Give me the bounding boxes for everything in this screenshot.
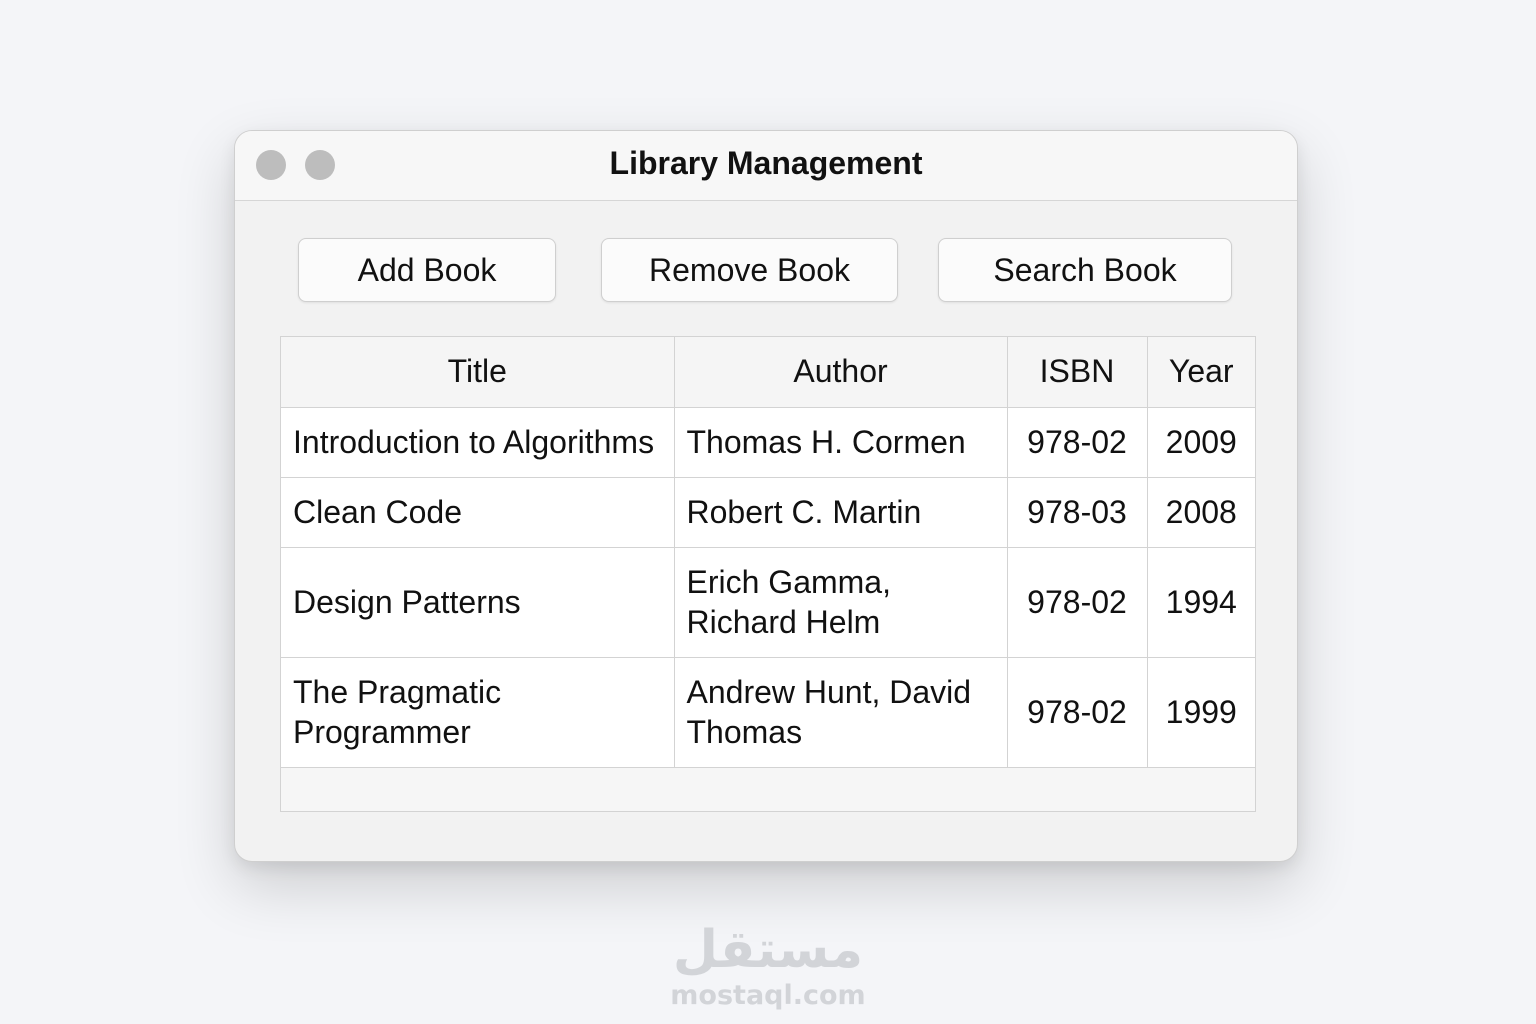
- table-row[interactable]: Clean Code Robert C. Martin 978-03 2008: [281, 477, 1255, 548]
- cell-title: The Pragmatic Programmer: [281, 657, 675, 768]
- cell-year: 2009: [1147, 407, 1255, 478]
- cell-author: Erich Gamma, Richard Helm: [674, 547, 1008, 658]
- column-header-isbn[interactable]: ISBN: [1007, 337, 1148, 408]
- watermark-logo: مستقل: [672, 920, 864, 980]
- column-header-title[interactable]: Title: [281, 337, 675, 408]
- books-table[interactable]: Title Author ISBN Year Introduction to A…: [280, 336, 1256, 812]
- window-title: Library Management: [609, 145, 923, 181]
- cell-author: Thomas H. Cormen: [674, 407, 1008, 478]
- table-row[interactable]: Introduction to Algorithms Thomas H. Cor…: [281, 407, 1255, 478]
- column-header-year[interactable]: Year: [1147, 337, 1255, 408]
- watermark-domain: mostaql.com: [670, 980, 866, 1011]
- add-book-button[interactable]: Add Book: [298, 238, 556, 302]
- watermark: مستقل mostaql.com: [0, 922, 1536, 1011]
- cell-title: Design Patterns: [281, 547, 675, 658]
- table-row[interactable]: The Pragmatic Programmer Andrew Hunt, Da…: [281, 657, 1255, 768]
- cell-year: 2008: [1147, 477, 1255, 548]
- table-row[interactable]: Design Patterns Erich Gamma, Richard Hel…: [281, 547, 1255, 658]
- cell-isbn: 978-02: [1007, 547, 1148, 658]
- cell-year: 1994: [1147, 547, 1255, 658]
- remove-book-button[interactable]: Remove Book: [601, 238, 898, 302]
- column-header-author[interactable]: Author: [674, 337, 1008, 408]
- cell-author: Andrew Hunt, David Thomas: [674, 657, 1008, 768]
- table-header-row: Title Author ISBN Year: [281, 337, 1255, 408]
- cell-isbn: 978-03: [1007, 477, 1148, 548]
- cell-isbn: 978-02: [1007, 407, 1148, 478]
- cell-year: 1999: [1147, 657, 1255, 768]
- app-window: Library Management Add Book Remove Book …: [234, 130, 1298, 862]
- cell-title: Clean Code: [281, 477, 675, 548]
- cell-author: Robert C. Martin: [674, 477, 1008, 548]
- cell-title: Introduction to Algorithms: [281, 407, 675, 478]
- cell-isbn: 978-02: [1007, 657, 1148, 768]
- search-book-button[interactable]: Search Book: [938, 238, 1232, 302]
- title-bar[interactable]: Library Management: [235, 131, 1297, 201]
